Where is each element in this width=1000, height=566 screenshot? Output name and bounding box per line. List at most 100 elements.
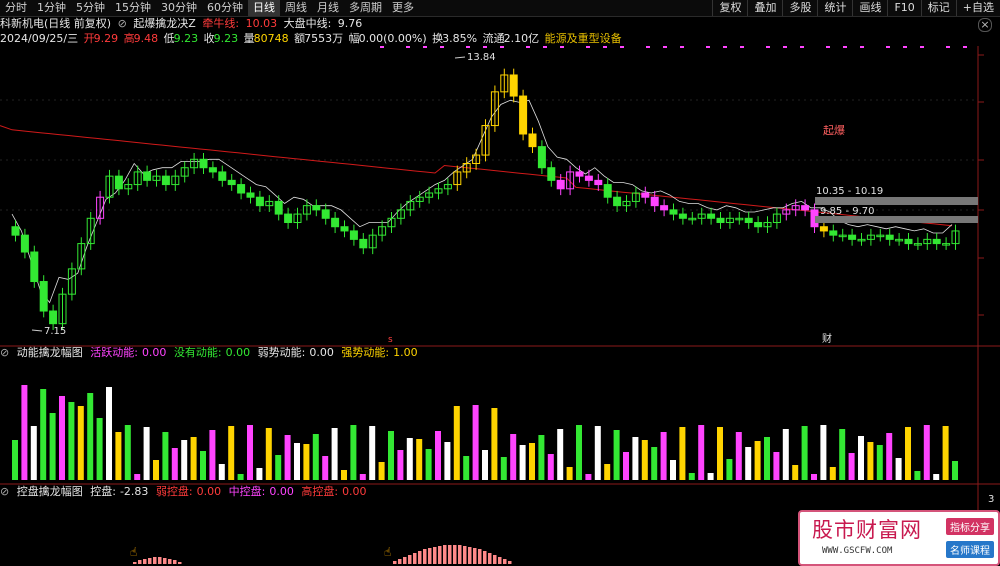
energy-bar-43 [416, 439, 423, 480]
watermark-badge2[interactable]: 名师课程 [946, 541, 994, 558]
panel3-l0: 控盘: [90, 485, 116, 498]
signal-dot-56 [946, 46, 950, 48]
panel3-v0: -2.83 [119, 485, 149, 498]
watermark: 股市财富网 WWW.GSCFW.COM 指标分享 名师课程 [798, 510, 1000, 566]
energy-bar-56 [538, 435, 545, 480]
control-bar-left-1 [138, 560, 142, 564]
energy-bar-36 [350, 425, 357, 480]
energy-bar-53 [510, 434, 517, 480]
candle-75 [716, 217, 725, 224]
panel2-v2: 0.00 [225, 346, 251, 359]
energy-bar-75 [717, 427, 723, 480]
candle-86 [819, 226, 828, 232]
candle-0 [11, 226, 20, 236]
energy-bar-9 [96, 418, 103, 480]
candle-56 [537, 146, 546, 169]
candle-95 [904, 238, 913, 245]
signal-dot-54 [920, 46, 924, 48]
energy-bar-32 [312, 434, 319, 480]
signal-dot-22 [603, 46, 607, 48]
energy-bar-94 [895, 458, 902, 480]
energy-bar-26 [256, 468, 263, 480]
energy-bar-80 [764, 437, 770, 480]
high-mark-pointer [454, 56, 466, 59]
energy-bar-47 [453, 406, 460, 480]
signal-dot-2 [406, 46, 410, 48]
energy-bar-55 [529, 443, 535, 480]
signal-dot-36 [740, 46, 744, 48]
candle-21 [208, 167, 217, 173]
energy-bar-41 [397, 450, 404, 480]
candle-26 [255, 196, 264, 207]
energy-bar-20 [200, 451, 206, 480]
energy-bar-39 [378, 462, 385, 480]
candle-16 [161, 175, 170, 186]
panel3-icon[interactable]: ⊘ [0, 485, 9, 498]
signal-dot-52 [903, 46, 907, 48]
control-bar-19 [488, 553, 492, 564]
energy-bar-5 [59, 396, 65, 480]
energy-bar-65 [623, 452, 629, 480]
control-bar-20 [493, 555, 497, 564]
energy-bar-68 [651, 447, 658, 480]
energy-bar-44 [425, 449, 432, 480]
ma-red-line [0, 125, 953, 227]
control-bar-left-7 [168, 559, 172, 564]
energy-bar-99 [942, 426, 949, 480]
energy-bar-34 [331, 428, 338, 480]
marker-cai: 财 [822, 332, 832, 345]
energy-bar-71 [679, 427, 686, 480]
panel2-icon[interactable]: ⊘ [0, 346, 9, 359]
watermark-badge1[interactable]: 指标分享 [946, 518, 994, 535]
energy-bar-82 [782, 429, 789, 480]
candle-11 [114, 175, 123, 190]
signal-dot-26 [646, 46, 650, 48]
energy-bar-8 [87, 393, 94, 480]
energy-bar-73 [698, 425, 705, 480]
energy-bar-24 [237, 474, 244, 480]
energy-bar-18 [181, 440, 188, 480]
candle-93 [885, 234, 894, 240]
energy-bar-12 [124, 425, 131, 480]
hand-icon-2: ☝ [384, 545, 391, 559]
candle-34 [331, 217, 340, 228]
candle-1 [20, 234, 29, 253]
panel3-l1: 弱控盘: [155, 485, 193, 498]
panel2-v1: 0.00 [141, 346, 167, 359]
signal-dot-42 [800, 46, 804, 48]
energy-bar-27 [265, 428, 272, 480]
range-band-2 [815, 216, 978, 223]
control-bar-15 [468, 547, 472, 564]
candle-32 [312, 205, 321, 211]
candle-22 [218, 171, 227, 181]
energy-bar-52 [500, 457, 507, 480]
candle-4 [49, 310, 58, 325]
energy-bar-72 [688, 473, 695, 480]
signal-dot-16 [543, 46, 547, 48]
candle-78 [744, 217, 753, 224]
signal-dot-24 [620, 46, 624, 48]
panel3-axis-label: 3 [988, 494, 994, 505]
candle-62 [594, 179, 603, 186]
energy-bar-22 [218, 464, 225, 480]
control-bar-left-5 [158, 557, 162, 564]
candle-57 [547, 167, 556, 181]
energy-bar-4 [49, 413, 56, 480]
signal-dot-0 [380, 46, 384, 48]
signal-dot-20 [586, 46, 590, 48]
energy-bar-95 [905, 427, 911, 480]
energy-bar-11 [115, 432, 122, 480]
signal-dot-4 [423, 46, 427, 48]
watermark-url: WWW.GSCFW.COM [822, 546, 893, 556]
control-bar-11 [448, 545, 452, 564]
kline-chart[interactable]: 13.84 7.15 起爆 10.35 - 10.19 9.85 - 9.70 s 财 ☝ ☝ 3 [0, 0, 1000, 566]
candle-61 [584, 175, 593, 181]
candle-37 [359, 238, 368, 249]
panel2-l3: 弱势动能: [257, 346, 306, 359]
candle-20 [199, 158, 208, 169]
energy-bar-64 [613, 430, 620, 480]
signal-dot-14 [526, 46, 530, 48]
control-bar-3 [408, 555, 412, 564]
low-mark-label: 7.15 [44, 326, 66, 337]
signal-dot-6 [440, 46, 444, 48]
